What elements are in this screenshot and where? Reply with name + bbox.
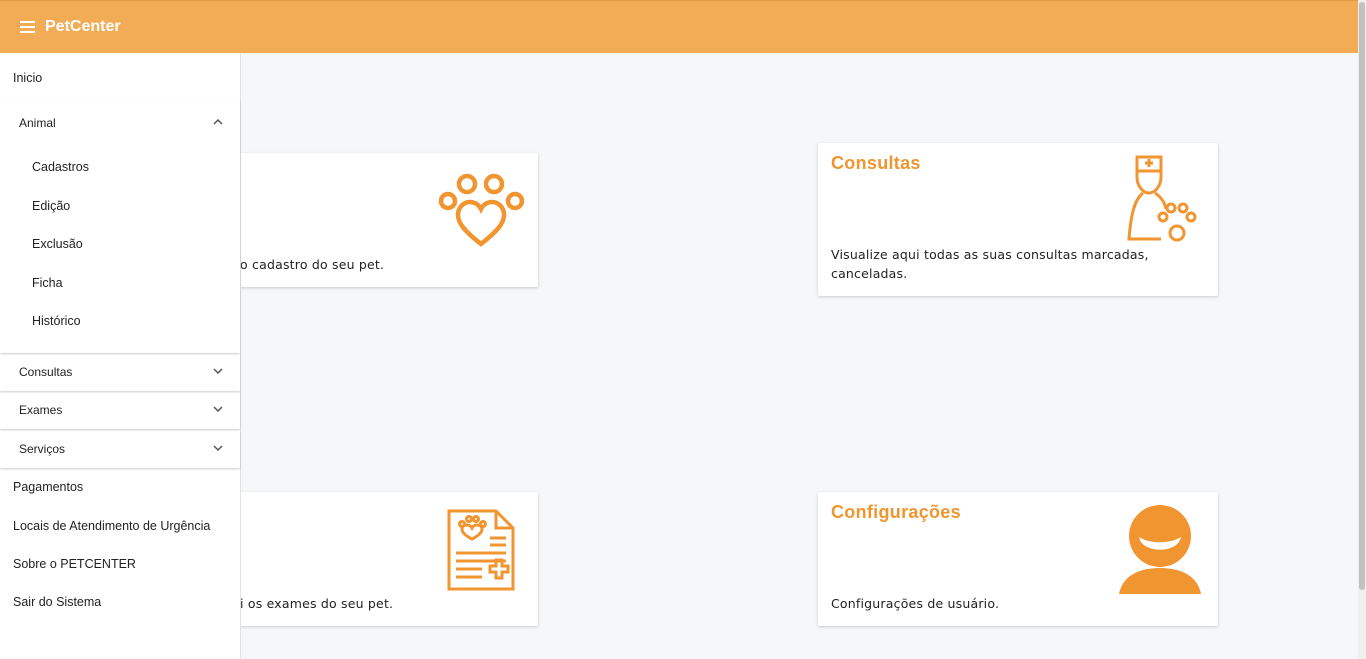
chevron-down-icon[interactable] — [213, 443, 223, 453]
paw-heart-icon — [438, 173, 525, 247]
configuracoes-card-title: Configurações — [831, 502, 961, 522]
app-title: PetCenter — [45, 18, 121, 35]
configuracoes-card[interactable]: Configurações Configurações de usuário. — [818, 492, 1218, 626]
animal-card[interactable]: o cadastro do seu pet. — [225, 153, 538, 287]
nav-group-exames[interactable]: Exames — [0, 391, 240, 429]
chevron-down-icon[interactable] — [213, 404, 223, 414]
nav-item-sair[interactable]: Sair do Sistema — [0, 584, 240, 620]
configuracoes-card-text: Configurações de usuário. — [831, 596, 1000, 611]
nav-group-servicos[interactable]: Serviços — [0, 430, 240, 468]
chevron-up-icon[interactable] — [213, 117, 223, 127]
nav-group-animal[interactable]: Animal — [0, 104, 240, 142]
pet-medical-record-icon — [447, 509, 515, 591]
nav-group-exames-label: Exames — [19, 403, 63, 417]
top-app-bar: PetCenter — [0, 0, 1358, 53]
nav-subitem-historico[interactable]: Histórico — [0, 303, 240, 339]
consultas-card-text: Visualize aqui todas as suas consultas m… — [831, 247, 1149, 281]
exames-card[interactable]: i os exames do seu pet. — [225, 492, 538, 626]
navigation-drawer: Inicio Animal Cadastros Edição Exclusão … — [0, 53, 241, 659]
nav-subitem-exclusao[interactable]: Exclusão — [0, 226, 240, 262]
nav-subitem-ficha[interactable]: Ficha — [0, 265, 240, 301]
nav-item-locais-urgencia[interactable]: Locais de Atendimento de Urgência — [0, 508, 240, 544]
consultas-card[interactable]: Consultas Visualize aqui todas as suas c… — [818, 143, 1218, 296]
nav-item-pagamentos[interactable]: Pagamentos — [0, 469, 240, 505]
vertical-scrollbar[interactable] — [1358, 0, 1366, 659]
nav-subitem-cadastros[interactable]: Cadastros — [0, 149, 240, 185]
nav-group-consultas[interactable]: Consultas — [0, 353, 240, 391]
animal-card-text: o cadastro do seu pet. — [240, 257, 385, 272]
nav-item-sobre[interactable]: Sobre o PETCENTER — [0, 546, 240, 582]
veterinarian-paw-icon — [1127, 155, 1197, 242]
user-avatar-icon — [1119, 505, 1201, 594]
nav-group-servicos-label: Serviços — [19, 442, 66, 456]
consultas-card-title: Consultas — [831, 153, 921, 173]
chevron-down-icon[interactable] — [213, 366, 223, 376]
nav-item-inicio[interactable]: Inicio — [0, 60, 240, 96]
nav-group-animal-label: Animal — [19, 116, 56, 130]
nav-group-consultas-label: Consultas — [19, 365, 73, 379]
scrollbar-thumb[interactable] — [1359, 2, 1365, 590]
nav-subitem-edicao[interactable]: Edição — [0, 188, 240, 224]
exames-card-text: i os exames do seu pet. — [240, 596, 394, 611]
hamburger-menu-icon[interactable] — [20, 17, 44, 37]
